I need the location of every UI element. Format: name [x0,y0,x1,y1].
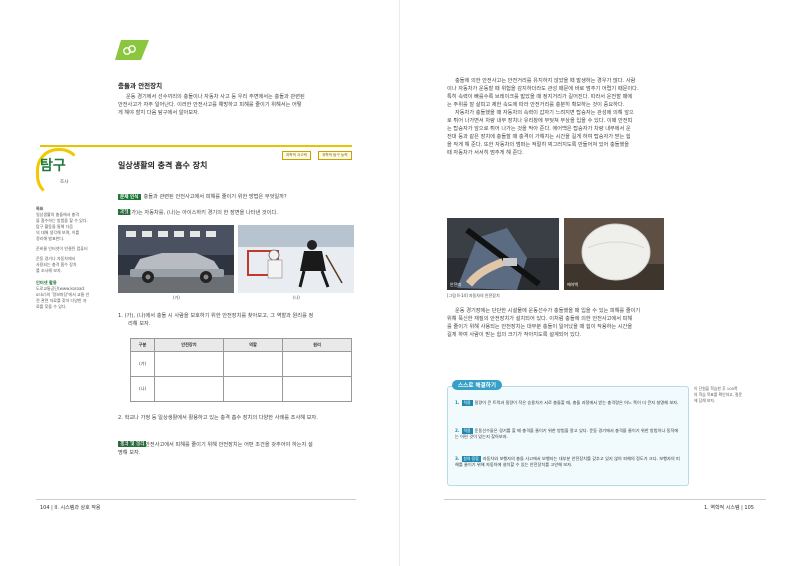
table-cell[interactable] [282,351,352,377]
footer-rule [444,499,766,500]
photo-caption: (나) [293,295,300,300]
skill-tags: 과학적 사고력 과학적 탐구 능력 [280,141,352,160]
solve-item: 2. 적용 운동선수들은 경기를 할 때 충격을 줄이기 위한 방법을 알고 있다.… [455,428,681,441]
left-sidebar: 목표 일상생활의 충돌에서 충격 을 흡수하는 방법을 할 수 있다. 탐구 활… [36,206,102,310]
step1: 1. (가), (나)에서 충돌 시 사람을 보호하기 위한 안전장치를 찾아보… [118,312,358,328]
step1-line: 1. (가), (나)에서 충돌 시 사람을 보호하기 위한 안전장치를 찾아보… [118,313,314,319]
seatbelt-photo: 안전띠 [447,218,559,290]
table-cell[interactable] [282,376,352,402]
section-body: 운동 경기에서 선수끼리의 충돌이나 자동차 사고 등 우리 주변에서는 충돌과… [118,93,356,117]
right-line: 길게 하여 사람이 받는 힘의 크기가 작아지도록 설계되어 있다. [447,332,582,338]
table-row-label: (나) [129,376,156,402]
figure-caption: [그림 II-14] 자동차의 안전장치 [447,293,500,298]
side-goal-line: 정리해 발표한다. [36,236,65,241]
self-solve-title: 스스로 해결하기 [452,380,502,390]
section-line: 운동 경기에서 선수끼리의 충돌이나 자동차 사고 등 우리 주변에서는 충돌과… [126,94,305,100]
right-body-2: 운동 경기장에는 단단한 시설물에 운동선수가 충돌했을 때 입을 수 있는 피… [447,307,662,339]
right-line: 운동 경기장에는 단단한 시설물에 운동선수가 충돌했을 때 입을 수 있는 피… [455,308,641,314]
side-prep: 준비물 인터넷이 연결된 컴퓨터 [36,246,88,251]
right-line: 로 튀어 나가면서 차량 내부 장치나 유리창에 부딪쳐 부상을 입을 수 있다… [447,118,633,124]
section-heading: 충돌과 안전장치 [118,82,163,90]
section-line: 게 해야 할지 다음 탐구에서 알아보자. [118,110,200,116]
table-header-row: 구분 안전장치 역할 원리 [129,338,352,352]
airbag-photo: 에어백 [564,218,664,290]
right-line: 위해 푹신한 재질의 안전장치가 설치되어 있다. 이처럼 충돌에 의한 안전사… [447,316,633,322]
inquiry-rule [40,145,352,147]
table-cell[interactable] [222,376,284,402]
textbook-spread: 충돌과 안전장치 운동 경기에서 선수끼리의 충돌이나 자동차 사고 등 우리 … [0,0,800,566]
table-header: 구분 [129,338,156,352]
right-line: 전대 등과 같은 장치에 충돌할 때 충격이 가해지는 시간을 길게 하여 탑승… [447,134,631,140]
right-line: 자동차가 충돌했을 때 자동차의 속력이 갑자기 느려지면 탑승자는 관성에 의… [455,110,634,116]
table-row: (가) [129,351,352,377]
left-page: 충돌과 안전장치 운동 경기에서 선수끼리의 충돌이나 자동차 사고 등 우리 … [0,0,400,566]
table-header: 안전장치 [154,338,224,352]
solve-text: 자동차와 보행자의 충돌 사고에서 보행자는 대부분 안전장치를 갖추고 있지 … [455,456,680,468]
right-line: 이나 자동차가 운동할 때 위험을 감지하더라도 관성 때문에 바로 멈추기 어… [447,86,639,92]
inquiry-photos: (가) (나) [118,225,354,300]
right-line: 충돌에 의한 안전사고는 안전거리를 유지하지 않았을 때 발생하는 경우가 많… [455,78,636,84]
right-line: 를 줄이기 위해 사용되는 안전장치는 대부분 충돌이 일어났을 때 힘이 작용… [447,324,633,330]
right-line: 때 자동차가 서서히 멈추게 해 준다. [447,150,524,156]
inquiry-table: 구분 안전장치 역할 원리 (가) (나) [129,338,352,402]
right-side-note: 이 단원을 학습한 후 100쪽 의 학습 목표를 확인하고, 질문 에 답해 … [694,386,766,404]
table-row: (나) [129,376,352,402]
right-line: 을 작게 해 준다. 또한 자동차의 범퍼는 적절히 찌그러지도록 만들어져 있… [447,142,630,148]
left-footer: 104 | II. 시스템과 상호 작용 [40,505,101,511]
photo-caption: 안전띠 [450,282,462,287]
photo-caption: 에어백 [567,282,579,287]
section-line: 안전사고가 자주 일어난다. 이러한 안전사고를 예방하고 피해를 줄이기 위해… [118,102,302,108]
table-header: 원리 [282,338,352,352]
inquiry-title: 일상생활의 충격 흡수 장치 [118,161,208,170]
solve-text: 질량이 큰 트럭과 질량이 작은 승용차가 서로 충돌할 때, 충돌 과정에서 … [474,400,679,405]
solve-num: 1. [455,400,460,405]
skill-tag: 과학적 탐구 능력 [318,151,352,160]
car-crash-photo [118,225,234,293]
photo-caption: (가) [173,295,180,300]
ice-hockey-photo [238,225,354,293]
side-note-line: 에 답해 보자. [694,398,716,403]
process-text: 그림 (가)는 자동차를, (나)는 아이스하키 경기의 한 장면을 나타낸 것… [118,210,278,216]
side-guide-line: 를 조사해 보자. [36,268,62,273]
inquiry-badge-title: 탐구 [40,158,66,174]
table-cell[interactable] [154,351,224,377]
footer-rule [36,499,356,500]
step1-line: 리해 보자. [128,321,151,327]
result-text: 충돌에 의한 안전사고에서 피해를 줄이기 위해 안전장치는 어떤 조건을 갖추… [118,441,358,457]
solve-text: 운동선수들은 경기를 할 때 충격을 줄이기 위한 방법을 알고 있다. 운동 … [455,428,679,440]
solve-item: 1. 적용 질량이 큰 트럭과 질량이 작은 승용차가 서로 충돌할 때, 충돌 과… [455,400,681,407]
step2: 2. 학교나 가정 등 일상생활에서 활용하고 있는 충격 흡수 장치의 다양한… [118,415,318,421]
right-footer: 1. 역학적 시스템 | 105 [704,505,754,511]
skill-tag: 과학적 사고력 [282,151,311,160]
table-header: 역할 [222,338,284,352]
chapter-badge-icon [115,40,149,60]
side-link-line: 료를 찾을 수 있다. [36,304,67,309]
right-line: 특히 속력이 빠를수록 브레이크를 밟았을 때 정지거리가 길어진다. 따라서 … [447,94,633,100]
right-body: 충돌에 의한 안전사고는 안전거리를 유지하지 않았을 때 발생하는 경우가 많… [447,77,662,157]
result-line: 명해 보자. [118,450,141,456]
table-cell[interactable] [154,376,224,402]
right-line: 는 주위를 잘 살피고 제한 속도에 따라 안전거리를 충분히 확보하는 것이 … [447,102,625,108]
solve-item: 3. 창의·융합 자동차와 보행자의 충돌 사고에서 보행자는 대부분 안전장치를 … [455,456,681,469]
table-row-label: (가) [129,351,156,377]
inquiry-badge-sub: 조사 [60,180,69,185]
table-cell[interactable] [222,351,284,377]
right-line: 는 탑승자가 앞으로 튀어 나가는 것을 막아 준다. 에어백은 탑승자가 차량… [447,126,631,132]
solve-tag: 적용 [461,400,473,407]
result-line: 충돌에 의한 안전사고에서 피해를 줄이기 위해 안전장치는 어떤 조건을 갖추… [118,442,313,448]
